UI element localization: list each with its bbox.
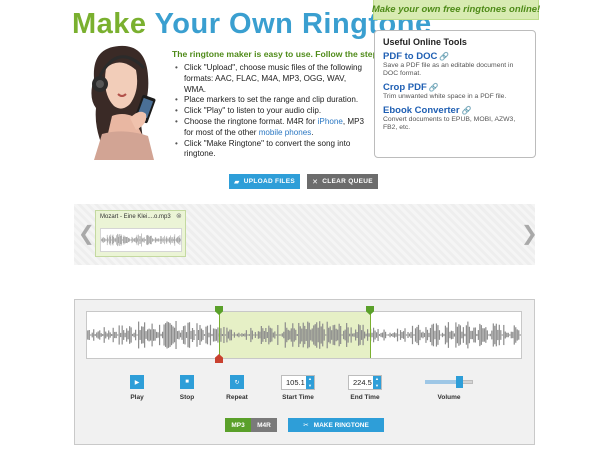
start-marker-line [219,312,220,358]
tool-desc: Save a PDF file as an editable document … [383,62,514,77]
format-mp3-toggle[interactable]: MP3 [225,418,251,432]
upload-files-button[interactable]: ▰ UPLOAD FILES [229,174,300,189]
stop-button[interactable]: ■ [180,375,194,389]
start-time-value: 105.1 [286,378,305,387]
play-icon: ▶ [134,379,140,386]
tool-name[interactable]: Crop PDF [383,82,427,93]
queue-item[interactable]: Mozart - Eine Klei....o.mp3 ⊗ [95,210,186,257]
stepper-down-icon[interactable]: ▼ [308,383,312,388]
scissors-icon: ✂ [303,422,309,429]
main-waveform [87,320,521,350]
play-button[interactable]: ▶ [130,375,144,389]
step-format: Choose the ringtone format. M4R for iPho… [175,116,368,139]
volume-slider-handle[interactable] [455,376,463,388]
start-time-stepper[interactable]: ▲ ▼ [306,376,314,389]
step-format-text-a: Choose the ringtone format. M4R for [184,116,318,126]
tool-name[interactable]: PDF to DOC [383,51,437,62]
step-play: Click "Play" to listen to your audio cli… [175,106,368,117]
volume-label: Volume [437,394,461,401]
start-time-label: Start Time [282,394,314,401]
tagline-banner: Make your own free ringtones online! [372,0,540,20]
make-ringtone-label: MAKE RINGTONE [313,421,369,429]
repeat-label: Repeat [226,394,248,401]
external-link-icon: 🔗 [428,83,439,92]
external-link-icon: 🔗 [439,52,450,61]
steps-list: Click "Upload", choose music files of th… [172,63,368,160]
tool-link-pdf-to-doc[interactable]: PDF to DOC 🔗 [383,51,527,62]
step-markers: Place markers to set the range and clip … [175,95,368,106]
make-ringtone-button[interactable]: ✂ MAKE RINGTONE [288,418,384,432]
queue-file-name: Mozart - Eine Klei....o.mp3 [100,214,171,220]
tool-link-crop-pdf[interactable]: Crop PDF 🔗 [383,82,527,93]
clear-queue-button[interactable]: ✕ CLEAR QUEUE [307,174,378,189]
format-m4r-toggle[interactable]: M4R [251,418,277,432]
end-marker-line [370,312,371,358]
woman-with-headphones-illustration [91,45,156,160]
end-time-stepper[interactable]: ▲ ▼ [373,376,381,389]
repeat-button[interactable]: ↻ [230,375,244,389]
start-time-input[interactable]: 105.1 ▲ ▼ [281,375,315,390]
upload-files-label: UPLOAD FILES [243,178,295,185]
external-link-icon: 🔗 [461,106,472,115]
stop-label: Stop [179,394,195,401]
queue-waveform-thumbnail [100,228,182,252]
chevron-left-icon[interactable]: ❮ [78,224,95,244]
stepper-up-icon[interactable]: ▲ [308,377,312,381]
mobile-phones-link[interactable]: mobile phones [259,128,312,137]
end-time-input[interactable]: 224.5 ▲ ▼ [348,375,382,390]
end-time-label: End Time [350,394,380,401]
folder-icon: ▰ [234,178,240,186]
title-make: Make [72,8,147,40]
play-label: Play [130,394,144,401]
tool-desc: Trim unwanted white space in a PDF file. [383,93,507,100]
tool-link-ebook-converter[interactable]: Ebook Converter 🔗 [383,105,527,116]
stepper-up-icon[interactable]: ▲ [375,377,379,381]
clear-queue-label: CLEAR QUEUE [322,178,373,185]
repeat-icon: ↻ [234,379,240,386]
close-icon: ✕ [312,178,319,186]
tools-heading: Useful Online Tools [383,37,467,47]
remove-file-icon[interactable]: ⊗ [176,212,182,220]
tool-desc: Convert documents to EPUB, MOBI, AZW3, F… [383,116,516,131]
volume-slider-fill [425,380,459,384]
step-upload: Click "Upload", choose music files of th… [175,63,368,95]
chevron-right-icon[interactable]: ❯ [521,224,538,244]
stepper-down-icon[interactable]: ▼ [375,383,379,388]
steps-intro: The ringtone maker is easy to use. Follo… [172,49,386,59]
end-time-value: 224.5 [353,378,372,387]
step-format-text-c: . [311,127,314,137]
iphone-link[interactable]: iPhone [318,117,343,126]
step-make: Click "Make Ringtone" to convert the son… [175,139,368,161]
useful-tools-box: Useful Online Tools PDF to DOC 🔗 Save a P… [374,30,536,158]
tool-name[interactable]: Ebook Converter [383,105,460,116]
mini-waveform [101,233,181,247]
stop-icon: ■ [185,379,189,385]
